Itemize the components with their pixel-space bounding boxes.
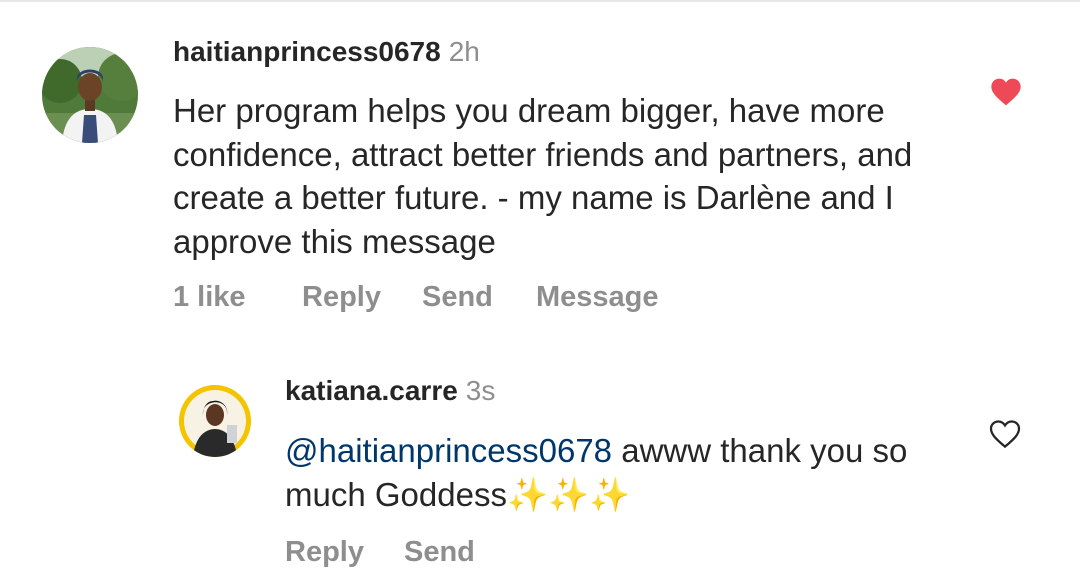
comment-text: @haitianprincess0678 awww thank you so m… xyxy=(285,429,965,516)
send-button[interactable]: Send xyxy=(422,281,493,314)
heart-outline-icon[interactable] xyxy=(989,419,1021,449)
sparkles-emoji: ✨✨✨ xyxy=(506,475,631,513)
mention-link[interactable]: @haitianprincess0678 xyxy=(285,432,612,469)
comment-actions: Reply Send xyxy=(285,536,585,570)
heart-filled-icon[interactable] xyxy=(990,77,1022,107)
username-text[interactable]: katiana.carre xyxy=(285,375,458,406)
message-button[interactable]: Message xyxy=(536,281,659,314)
username-text[interactable]: haitianprincess0678 xyxy=(173,36,441,67)
comment-actions: 1 like Reply Send Message xyxy=(173,281,773,315)
timestamp: 2h xyxy=(448,36,480,67)
avatar[interactable] xyxy=(179,385,251,457)
username[interactable]: haitianprincess0678 2h xyxy=(173,36,480,68)
reply-button[interactable]: Reply xyxy=(285,536,364,569)
divider xyxy=(0,0,1080,2)
username[interactable]: katiana.carre 3s xyxy=(285,375,495,407)
reply-button[interactable]: Reply xyxy=(302,281,381,314)
avatar[interactable] xyxy=(42,47,138,143)
comment-text: Her program helps you dream bigger, have… xyxy=(173,92,913,260)
send-button[interactable]: Send xyxy=(404,536,475,569)
like-count[interactable]: 1 like xyxy=(173,281,246,314)
timestamp: 3s xyxy=(465,375,496,406)
